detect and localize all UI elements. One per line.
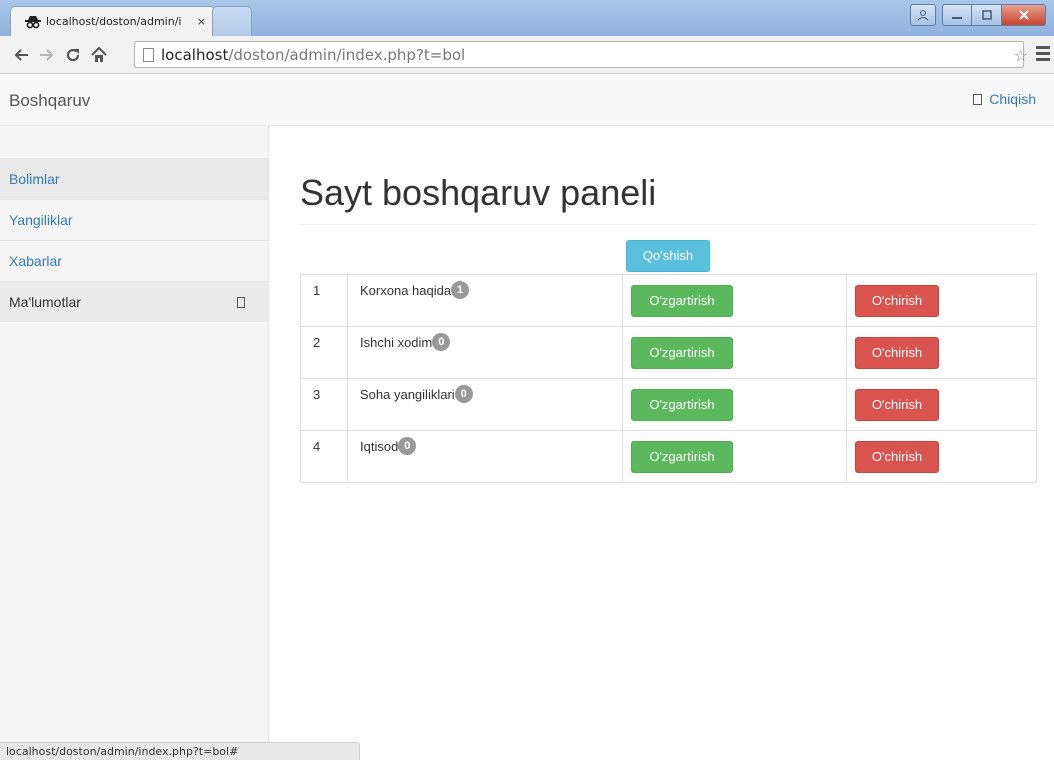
sections-table: 1 Korxona haqida 1 O'zgartirish O'chirish… (300, 274, 1037, 483)
sidebar: Bolimlar Yangiliklar Xabarlar Ma'lumotla… (0, 126, 269, 760)
row-name: Korxona haqida (360, 283, 452, 298)
address-bar[interactable]: localhost/doston/admin/index.php?t=bol (134, 41, 1024, 68)
window-controls (910, 4, 1046, 26)
url-text: localhost/doston/admin/index.php?t=bol (161, 45, 466, 64)
delete-cell: O'chirish (846, 274, 1037, 327)
new-tab-button[interactable] (212, 6, 252, 36)
row-name: Soha yangiliklari (360, 387, 455, 402)
sidebar-item-xabarlar[interactable]: Xabarlar (0, 240, 268, 281)
row-name-cell: Iqtisod 0 (347, 430, 623, 483)
edit-cell: O'zgartirish (622, 430, 847, 483)
sidebar-item-malumotlar[interactable]: Ma'lumotlar (0, 281, 268, 322)
user-icon[interactable] (910, 4, 936, 26)
star-icon[interactable]: ☆ (1014, 46, 1028, 65)
menu-icon[interactable] (1036, 46, 1050, 64)
edit-button[interactable]: O'zgartirish (631, 337, 733, 369)
edit-cell: O'zgartirish (622, 378, 847, 431)
table-row: 4 Iqtisod 0 O'zgartirish O'chirish (300, 430, 1037, 483)
top-navbar: Boshqaruv Chiqish (0, 74, 1054, 126)
row-number: 1 (300, 274, 348, 327)
delete-button[interactable]: O'chirish (855, 337, 939, 369)
table-row: 3 Soha yangiliklari 0 O'zgartirish O'chir… (300, 378, 1037, 431)
delete-button[interactable]: O'chirish (855, 389, 939, 421)
status-bar: localhost/doston/admin/index.php?t=bol# (0, 742, 360, 760)
page-title: Sayt boshqaruv paneli (300, 172, 657, 213)
sidebar-item-label: Xabarlar (9, 253, 62, 269)
count-badge: 0 (454, 385, 473, 404)
row-number: 3 (300, 378, 348, 431)
page-header: Sayt boshqaruv paneli (300, 170, 1037, 225)
tab-close-icon[interactable]: × (197, 15, 206, 28)
edit-button[interactable]: O'zgartirish (631, 389, 733, 421)
chevron-icon (237, 297, 245, 308)
browser-toolbar: localhost/doston/admin/index.php?t=bol ☆ (0, 36, 1054, 74)
edit-button[interactable]: O'zgartirish (631, 441, 733, 473)
delete-cell: O'chirish (846, 326, 1037, 379)
log-out-icon (973, 93, 983, 105)
browser-titlebar: localhost/doston/admin/i × (0, 0, 1054, 36)
add-button[interactable]: Qo'shish (626, 240, 710, 272)
minimize-icon[interactable] (942, 4, 972, 26)
sidebar-item-bolimlar[interactable]: Bolimlar (0, 158, 268, 199)
page-icon (143, 47, 154, 62)
close-window-icon[interactable] (1002, 4, 1046, 26)
delete-cell: O'chirish (846, 430, 1037, 483)
maximize-icon[interactable] (972, 4, 1002, 26)
table-row: 1 Korxona haqida 1 O'zgartirish O'chirish (300, 274, 1037, 327)
table-row: 2 Ishchi xodim 0 O'zgartirish O'chirish (300, 326, 1037, 379)
edit-button[interactable]: O'zgartirish (631, 285, 733, 317)
sidebar-item-yangiliklar[interactable]: Yangiliklar (0, 199, 268, 240)
main-content: Sayt boshqaruv paneli Qo'shish 1 Korxona… (300, 126, 1037, 483)
sidebar-item-label: Ma'lumotlar (9, 294, 81, 310)
forward-arrow-icon[interactable] (36, 42, 58, 68)
sidebar-item-label: Bolimlar (9, 171, 60, 187)
sidebar-item-label: Yangiliklar (9, 212, 73, 228)
row-name-cell: Korxona haqida 1 (347, 274, 623, 327)
home-icon[interactable] (88, 42, 110, 68)
count-badge: 0 (432, 333, 451, 352)
reload-icon[interactable] (62, 42, 84, 68)
row-number: 4 (300, 430, 348, 483)
delete-button[interactable]: O'chirish (855, 441, 939, 473)
row-number: 2 (300, 326, 348, 379)
edit-cell: O'zgartirish (622, 326, 847, 379)
count-badge: 1 (451, 281, 470, 300)
delete-cell: O'chirish (846, 378, 1037, 431)
navbar-brand[interactable]: Boshqaruv (9, 91, 90, 111)
row-name: Ishchi xodim (360, 335, 433, 350)
edit-cell: O'zgartirish (622, 274, 847, 327)
browser-tab[interactable]: localhost/doston/admin/i × (10, 6, 215, 36)
spy-icon (25, 15, 41, 28)
tab-title: localhost/doston/admin/i (46, 15, 182, 28)
row-name-cell: Soha yangiliklari 0 (347, 378, 623, 431)
row-name: Iqtisod (360, 439, 399, 454)
logout-link[interactable]: Chiqish (973, 91, 1036, 107)
row-name-cell: Ishchi xodim 0 (347, 326, 623, 379)
delete-button[interactable]: O'chirish (855, 285, 939, 317)
back-arrow-icon[interactable] (10, 42, 32, 68)
logout-label: Chiqish (989, 91, 1036, 107)
count-badge: 0 (398, 437, 417, 456)
